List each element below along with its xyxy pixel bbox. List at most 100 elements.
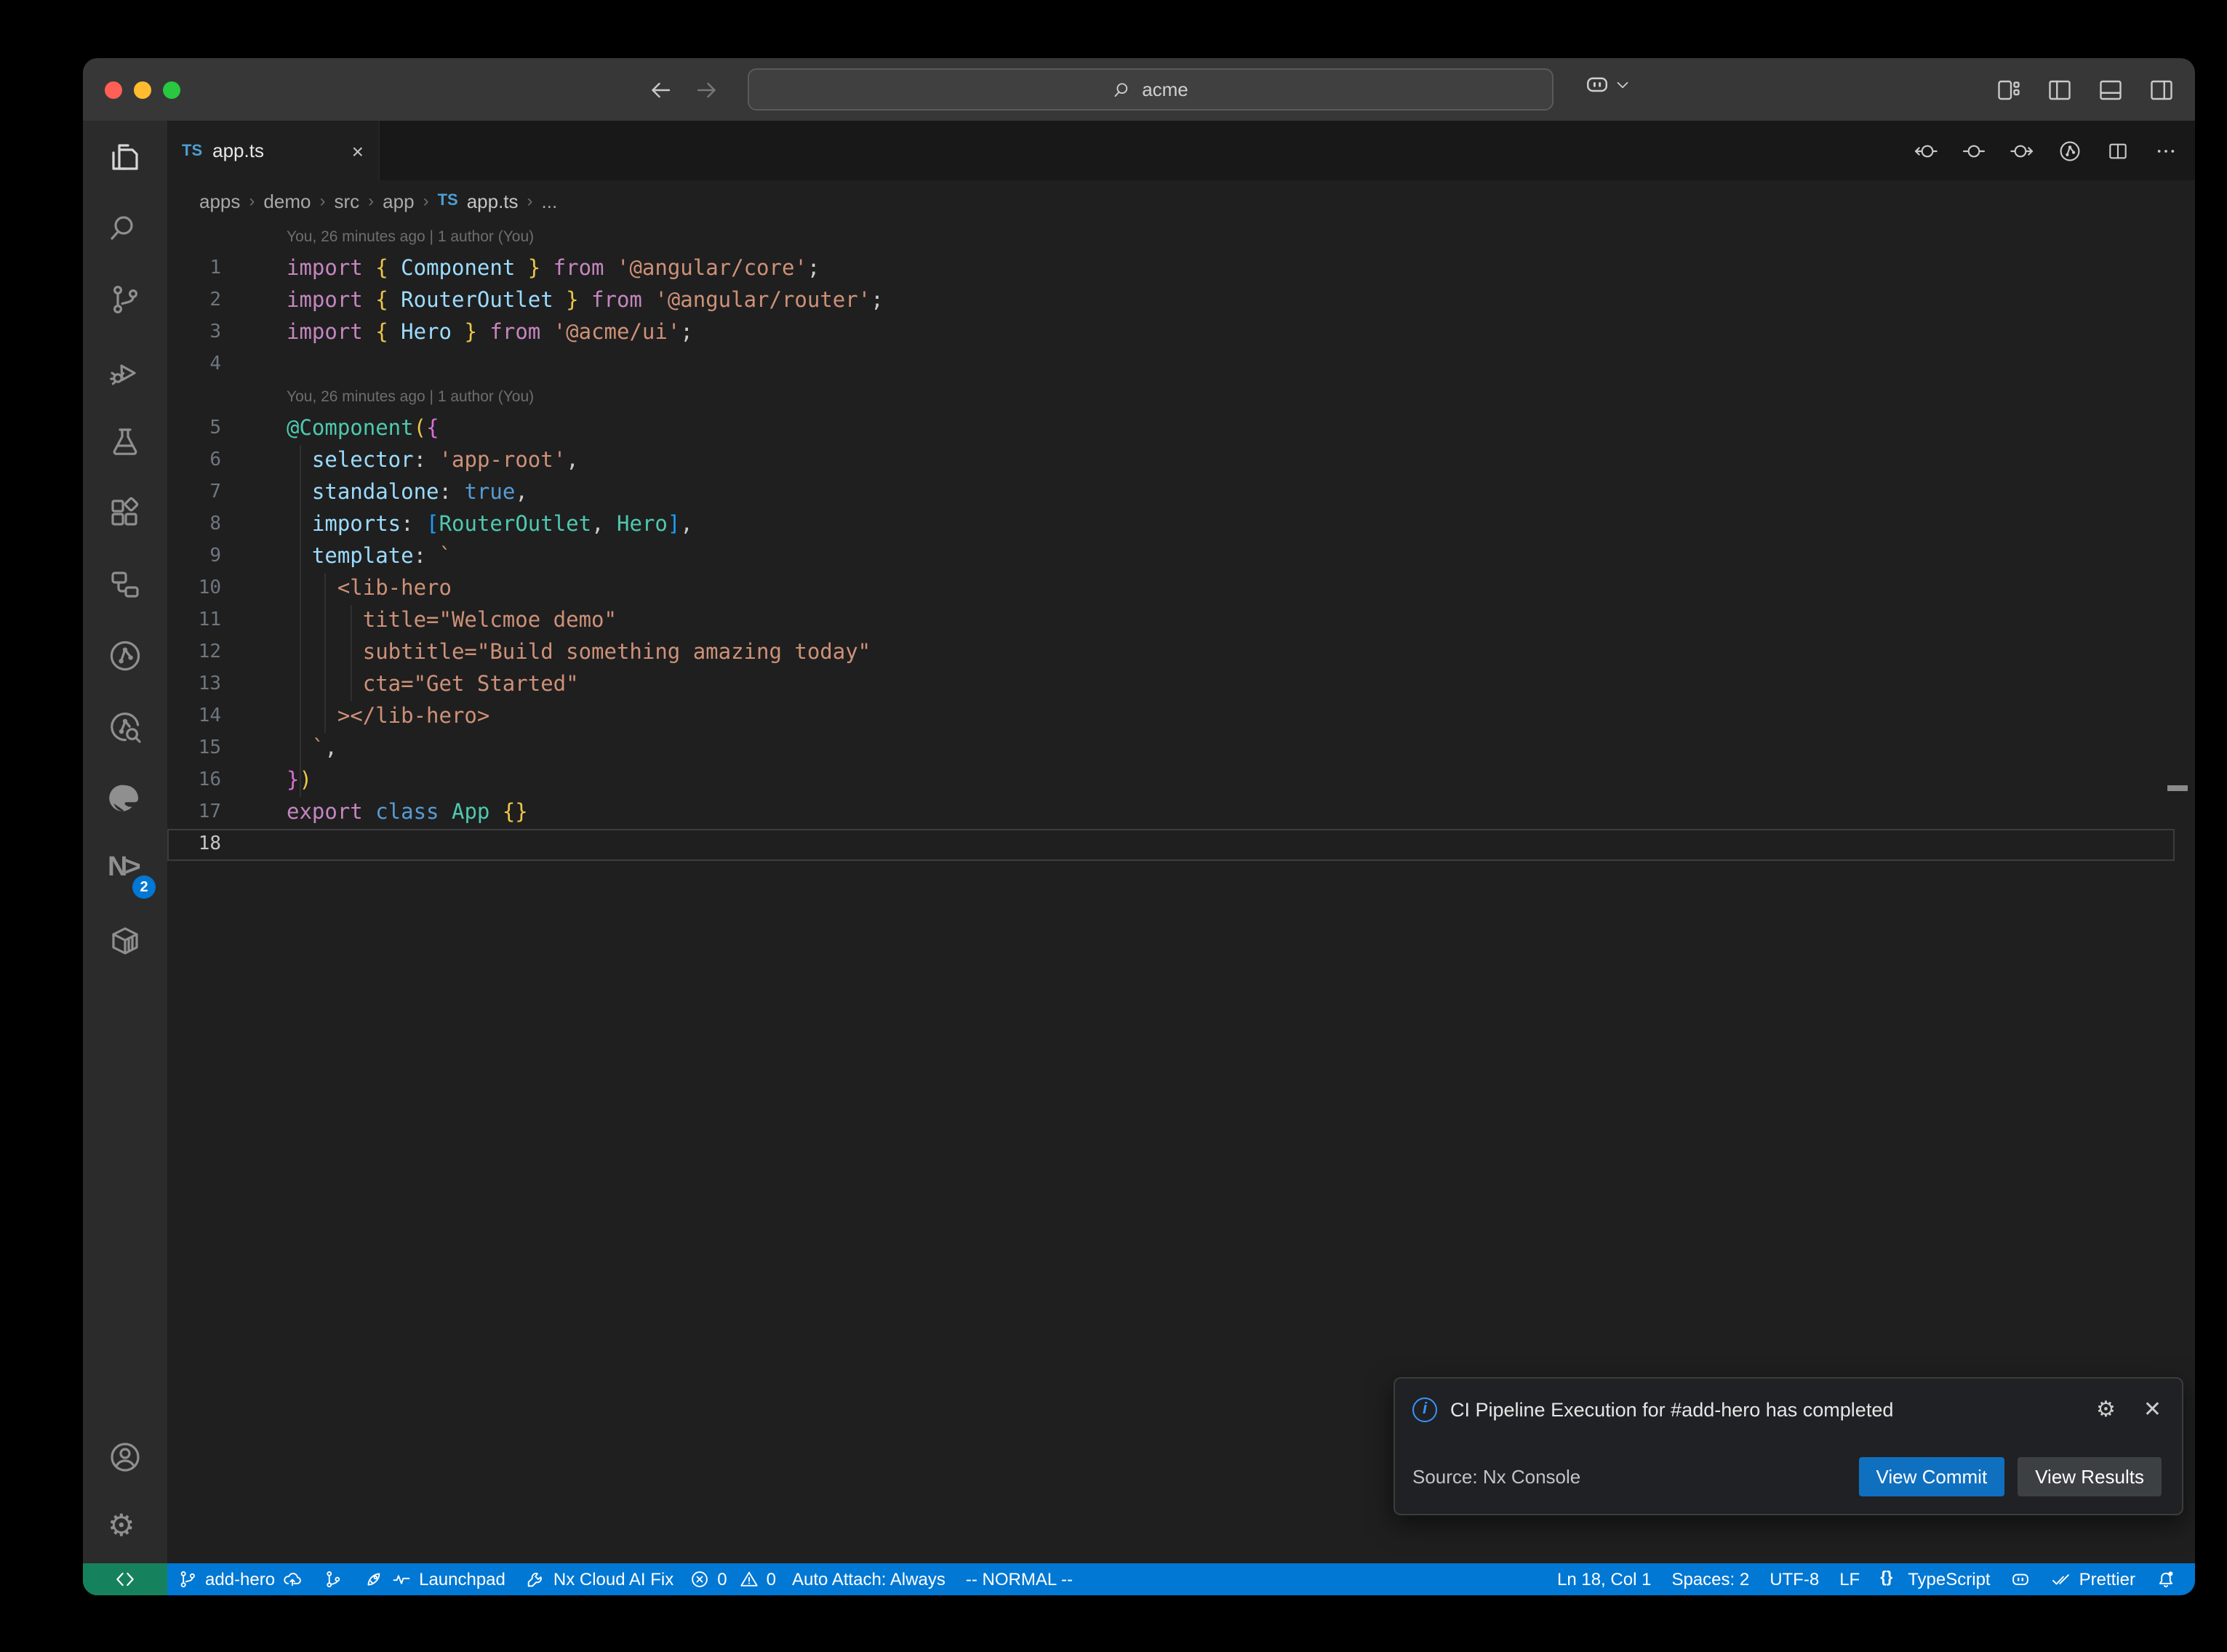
tab-app-ts[interactable]: TS app.ts ×: [167, 121, 380, 180]
breadcrumb-file[interactable]: app.ts: [467, 190, 519, 212]
wrench-icon: [526, 1569, 546, 1589]
breadcrumb-item[interactable]: src: [334, 190, 359, 212]
activity-item-nx-graph-search[interactable]: [83, 691, 167, 762]
activity-item-testing[interactable]: [83, 406, 167, 477]
activity-item-settings[interactable]: ⚙: [83, 1492, 167, 1563]
activity-item-nx-project-graph[interactable]: [83, 620, 167, 691]
close-window-button[interactable]: [105, 81, 122, 98]
code-line[interactable]: 3import { Hero } from '@acme/ui';: [167, 317, 2195, 349]
copilot-menu[interactable]: [1584, 71, 1632, 97]
code-line[interactable]: 5@Component({: [167, 413, 2195, 445]
activity-item-source-control[interactable]: [83, 263, 167, 334]
tab-close-icon[interactable]: ×: [352, 139, 364, 162]
command-center-search[interactable]: acme: [748, 68, 1554, 111]
history-forward-button[interactable]: [694, 76, 720, 103]
status-item-vim-mode[interactable]: -- NORMAL --: [956, 1563, 1083, 1595]
customize-layout-button[interactable]: [1996, 76, 2022, 103]
circle-arrow-right-button[interactable]: [2010, 139, 2034, 162]
status-item-label: Nx Cloud AI Fix: [553, 1569, 673, 1589]
status-item-label: add-hero: [205, 1569, 275, 1589]
rocket-icon: [364, 1569, 384, 1589]
layout-sidebar-right-button[interactable]: [2148, 76, 2175, 103]
code-text: import { RouterOutlet } from '@angular/r…: [237, 285, 884, 317]
status-item-notifications-bell[interactable]: [2146, 1563, 2186, 1595]
status-item-remote-indicator[interactable]: [83, 1563, 167, 1595]
activity-item-containers[interactable]: [83, 905, 167, 976]
code-line[interactable]: 16}): [167, 765, 2195, 797]
breadcrumb-item[interactable]: demo: [263, 190, 311, 212]
circle-arrow-left-button[interactable]: [1914, 139, 1938, 162]
status-item-launchpad[interactable]: Launchpad: [353, 1563, 516, 1595]
ellipsis-button[interactable]: [2154, 139, 2178, 162]
minimize-window-button[interactable]: [134, 81, 151, 98]
status-item-problems-errors[interactable]: 0: [684, 1563, 732, 1595]
double-check-icon: [2052, 1569, 2072, 1589]
code-line[interactable]: 11 title="Welcmoe demo": [167, 605, 2195, 637]
status-item-prettier[interactable]: Prettier: [2042, 1563, 2146, 1595]
zoom-window-button[interactable]: [163, 81, 180, 98]
status-item-git-branch[interactable]: add-hero: [167, 1563, 313, 1595]
status-item-language-typescript[interactable]: {}TypeScript: [1870, 1563, 2000, 1595]
activity-bar: N>2 ⚙: [83, 121, 167, 1563]
line-number: 12: [167, 637, 237, 669]
notification-close-icon[interactable]: ✕: [2143, 1396, 2162, 1422]
activity-item-run-debug[interactable]: [83, 334, 167, 406]
view-results-button[interactable]: View Results: [2018, 1457, 2162, 1496]
split-editor-button[interactable]: [2106, 139, 2130, 162]
circle-line-button[interactable]: [1962, 139, 1986, 162]
code-line[interactable]: 1import { Component } from '@angular/cor…: [167, 253, 2195, 285]
status-item-git-graph[interactable]: [313, 1563, 353, 1595]
code-line[interactable]: 6 selector: 'app-root',: [167, 445, 2195, 477]
activity-item-nx-console[interactable]: N>2: [83, 833, 167, 905]
activity-item-edge-devtools[interactable]: [83, 762, 167, 833]
container-icon: [108, 923, 143, 958]
activity-item-extensions[interactable]: [83, 477, 167, 548]
activity-item-custom-view-boxes[interactable]: [83, 548, 167, 620]
code-line[interactable]: 9 template: `: [167, 541, 2195, 573]
layout-sidebar-left-button[interactable]: [2047, 76, 2073, 103]
status-item-cursor-position[interactable]: Ln 18, Col 1: [1547, 1563, 1661, 1595]
line-number: 8: [167, 509, 237, 541]
code-line[interactable]: 14 ></lib-hero>: [167, 701, 2195, 733]
code-line[interactable]: 10 <lib-hero: [167, 573, 2195, 605]
code-line[interactable]: 7 standalone: true,: [167, 477, 2195, 509]
code-text: subtitle="Build something amazing today": [237, 637, 871, 669]
activity-item-accounts[interactable]: [83, 1421, 167, 1492]
code-line[interactable]: 13 cta="Get Started": [167, 669, 2195, 701]
activity-item-explorer[interactable]: [83, 121, 167, 192]
breadcrumb-symbol[interactable]: ...: [542, 190, 558, 212]
status-item-eol[interactable]: LF: [1829, 1563, 1870, 1595]
code-line[interactable]: 8 imports: [RouterOutlet, Hero],: [167, 509, 2195, 541]
breadcrumb-item[interactable]: app: [383, 190, 414, 212]
code-line[interactable]: 15 `,: [167, 733, 2195, 765]
code-token: ): [299, 769, 311, 793]
code-line[interactable]: 12 subtitle="Build something amazing tod…: [167, 637, 2195, 669]
status-item-copilot-status[interactable]: [2001, 1563, 2042, 1595]
code-token: {: [375, 289, 388, 313]
status-item-problems-warnings[interactable]: 0: [733, 1563, 782, 1595]
line-number: [167, 381, 237, 413]
notification-settings-icon[interactable]: ⚙: [2096, 1398, 2116, 1420]
git-blame-text: You, 26 minutes ago | 1 author (You): [237, 221, 534, 253]
layout-panel-button[interactable]: [2098, 76, 2124, 103]
activity-item-search[interactable]: [83, 192, 167, 263]
status-item-indentation[interactable]: Spaces: 2: [1661, 1563, 1759, 1595]
line-number: 2: [167, 285, 237, 317]
boxes-link-icon: [108, 566, 143, 601]
breadcrumb-item[interactable]: apps: [199, 190, 240, 212]
code-line[interactable]: 2import { RouterOutlet } from '@angular/…: [167, 285, 2195, 317]
code-line[interactable]: 17export class App {}: [167, 797, 2195, 829]
circle-graph-button[interactable]: [2058, 139, 2082, 162]
code-token: :: [439, 481, 465, 505]
code-token: :: [414, 449, 439, 473]
code-editor[interactable]: You, 26 minutes ago | 1 author (You)1imp…: [167, 221, 2195, 1563]
view-commit-button[interactable]: View Commit: [1859, 1457, 2005, 1496]
code-line[interactable]: 18: [167, 829, 2175, 861]
code-text: title="Welcmoe demo": [237, 605, 617, 637]
code-line[interactable]: 4: [167, 349, 2195, 381]
status-item-auto-attach[interactable]: Auto Attach: Always: [782, 1563, 956, 1595]
status-item-encoding[interactable]: UTF-8: [1759, 1563, 1829, 1595]
status-item-nx-cloud-ai-fix[interactable]: Nx Cloud AI Fix: [516, 1563, 684, 1595]
circle-graph-icon: [2058, 139, 2082, 162]
history-back-button[interactable]: [647, 76, 673, 103]
